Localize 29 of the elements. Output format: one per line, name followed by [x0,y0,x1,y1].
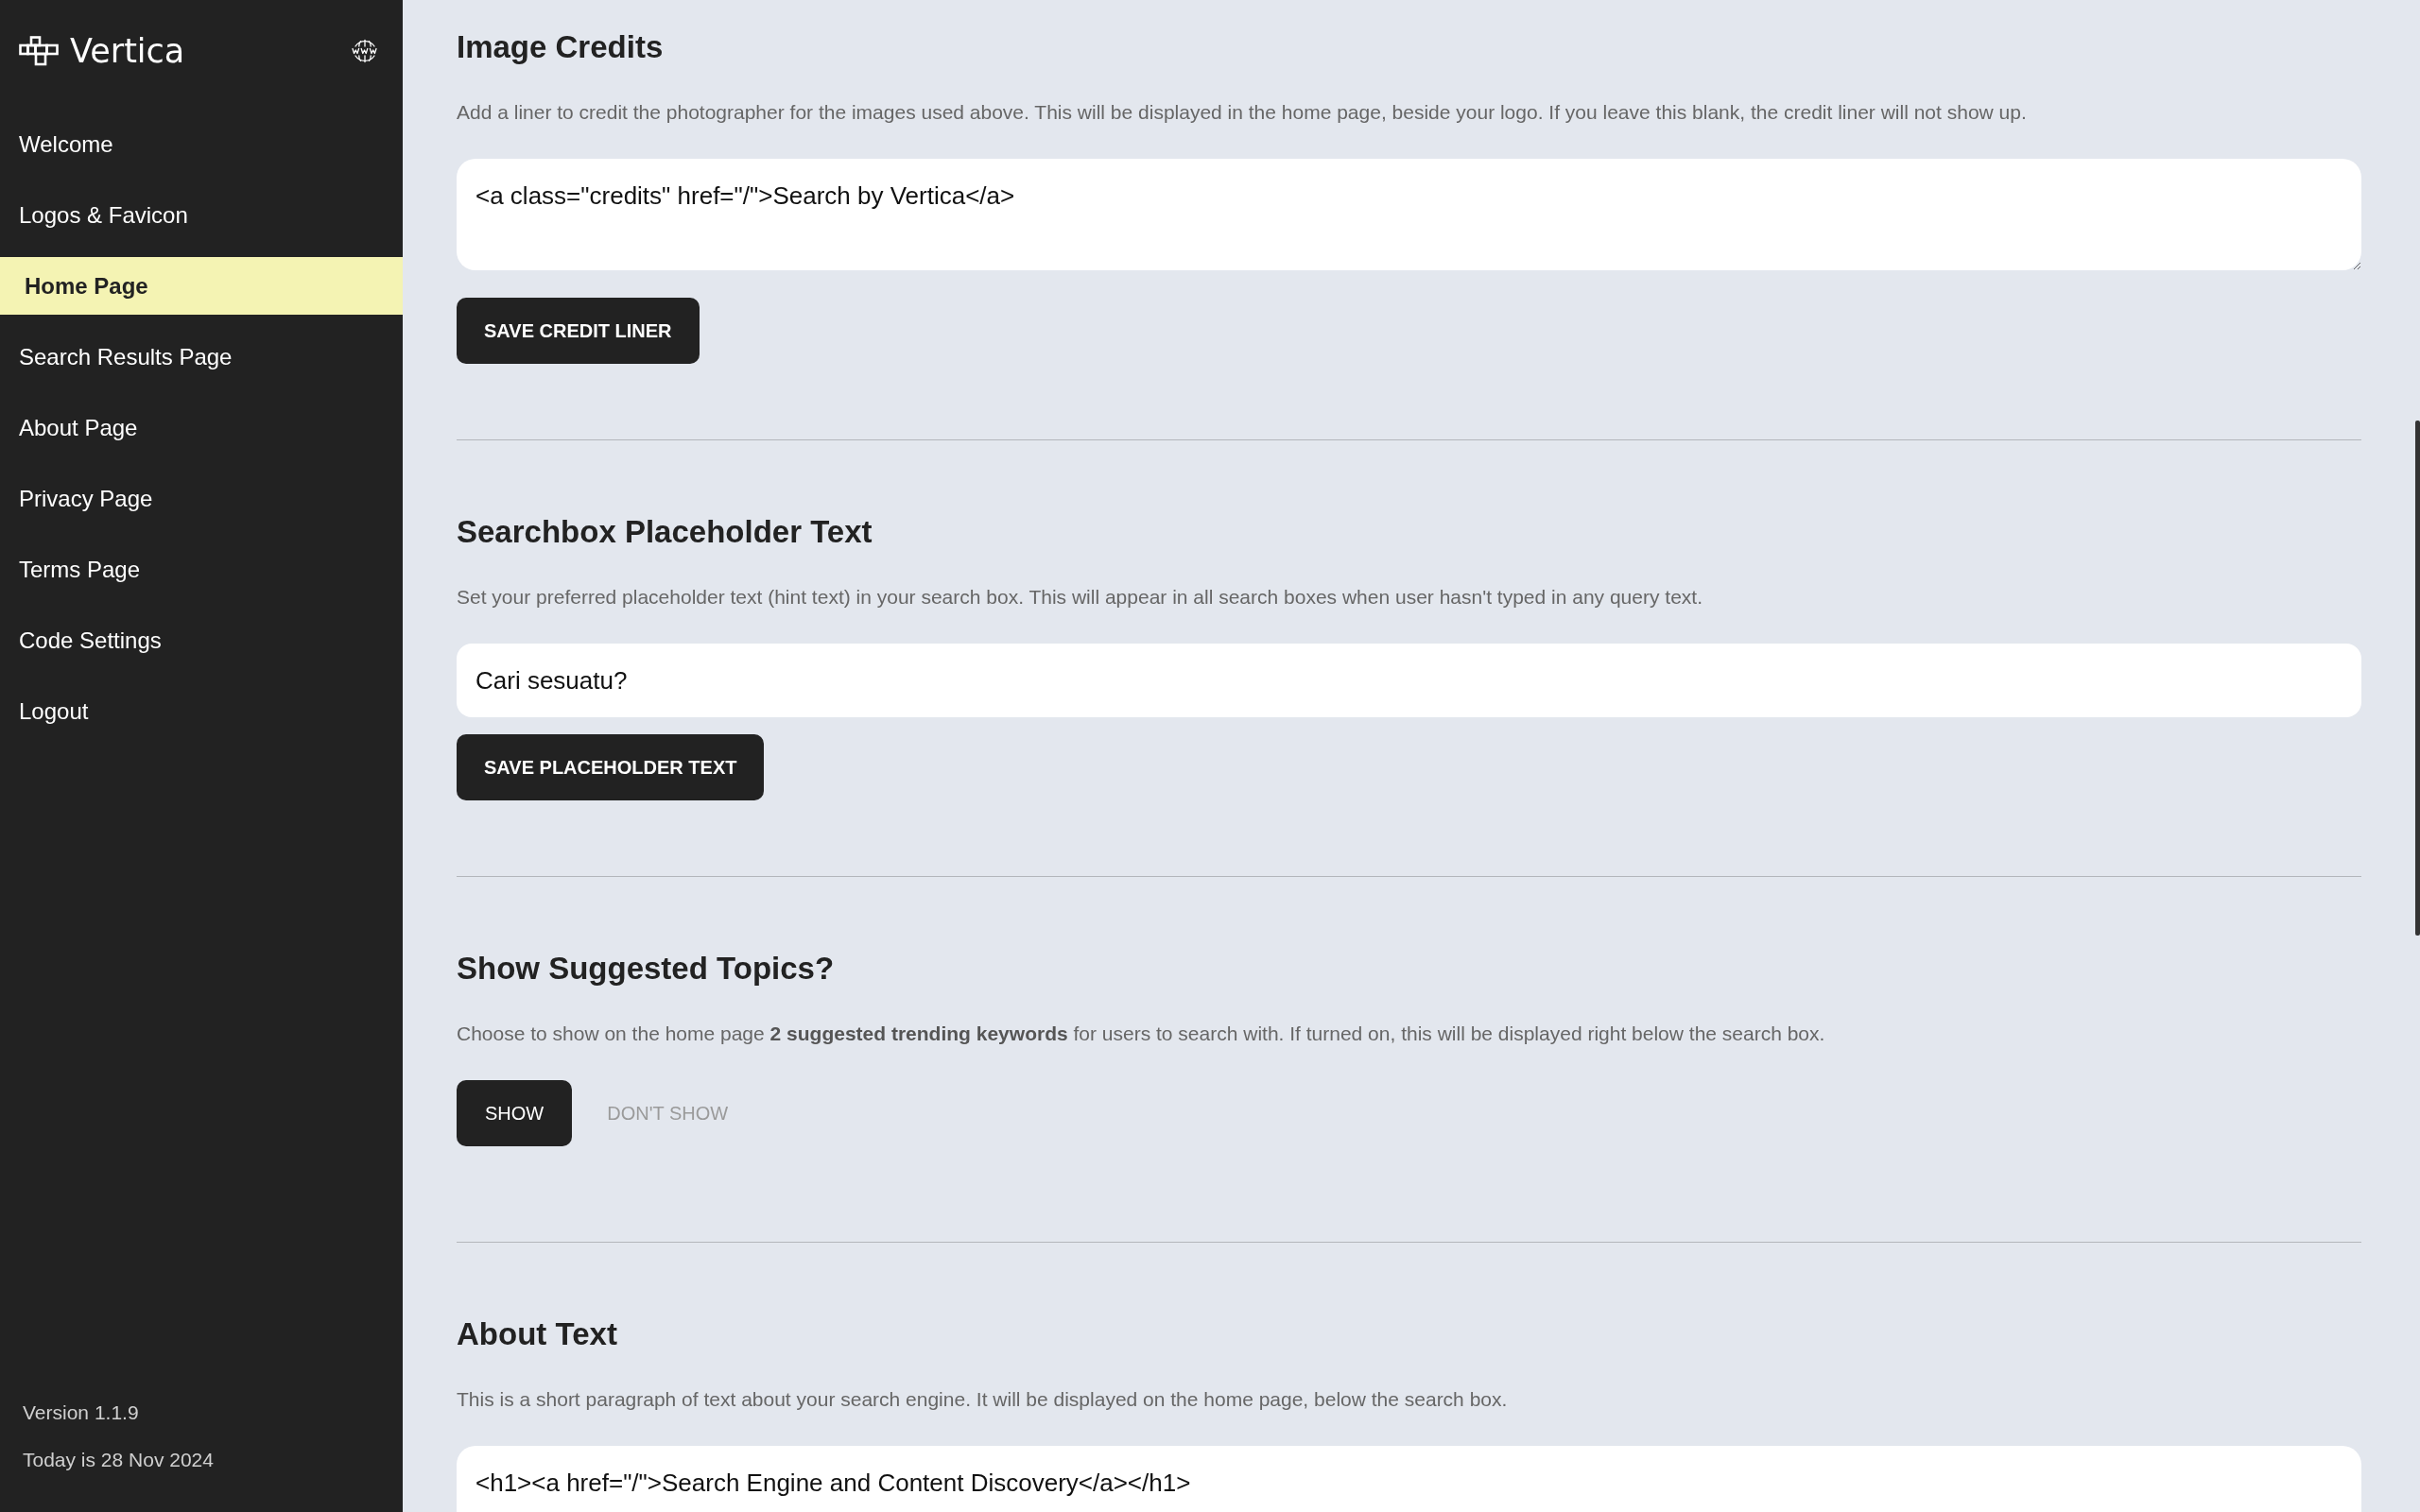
section-title: About Text [457,1315,617,1353]
section-description: Add a liner to credit the photographer for the images used above. This will be displayed in the home page, beside your logo. If you leave this blank, the credit liner will not show up. [457,100,2028,125]
sidebar-nav-item[interactable]: Welcome [0,115,403,173]
globe-icon[interactable] [352,39,378,63]
text-input-field[interactable]: Cari sesuatu? [457,644,2361,717]
logo-icon [19,36,59,66]
sidebar-footer-text: Today is 28 Nov 2024 [23,1448,214,1472]
sidebar-nav-item[interactable]: Logos & Favicon [0,186,403,244]
section-description: This is a short paragraph of text about your search engine. It will be displayed on the home page, below the search box. [457,1387,1509,1412]
sidebar-nav-item[interactable]: Home Page [0,257,403,315]
section-description: Set your preferred placeholder text (hint text) in your search box. This will appear in all search boxes when user hasn't typed in any query text. [457,585,1703,610]
option-button[interactable]: SHOW [457,1080,573,1146]
text-area-field[interactable]: <h1><a href="/">Search Engine and Content Discovery</a></h1> [457,1446,2361,1512]
scrollbar-thumb[interactable] [2415,421,2420,936]
sidebar-nav-item[interactable]: Logout [0,682,403,740]
save-button[interactable]: SAVE CREDIT LINER [457,298,700,364]
text-area-field[interactable]: <a class="credits" href="/">Search by Vertica</a> [457,159,2361,270]
sidebar-nav-item[interactable]: Code Settings [0,611,403,669]
section-description: Choose to show on the home page 2 suggested trending keywords for users to search with. If turned on, this will be displayed right below the search box. [457,1022,1826,1046]
section-title: Image Credits [457,28,664,66]
sidebar-nav-item[interactable]: Search Results Page [0,328,403,386]
section-title: Searchbox Placeholder Text [457,513,873,551]
brand-name: Vertica [70,32,185,70]
save-button[interactable]: SAVE PLACEHOLDER TEXT [457,734,765,800]
sidebar-nav-item[interactable]: Privacy Page [0,470,403,527]
sidebar-footer-text: Version 1.1.9 [23,1400,139,1425]
sidebar-nav-item[interactable]: About Page [0,399,403,456]
sidebar-nav-item[interactable]: Terms Page [0,541,403,598]
section-title: Show Suggested Topics? [457,950,835,988]
